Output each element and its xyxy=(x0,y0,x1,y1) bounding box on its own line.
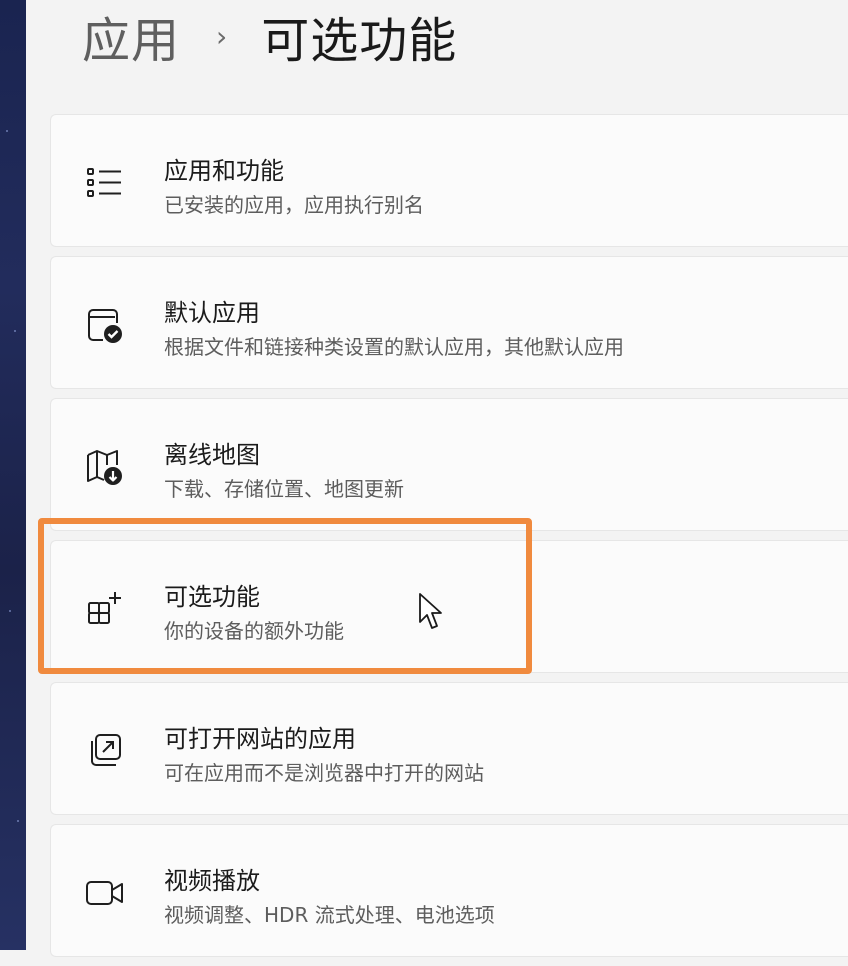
add-apps-icon xyxy=(85,589,125,629)
settings-item-title: 可打开网站的应用 xyxy=(164,725,356,753)
settings-item-optional-features[interactable]: 可选功能 你的设备的额外功能 xyxy=(50,540,848,673)
breadcrumb-separator: › xyxy=(216,19,228,53)
settings-item-video-playback[interactable]: 视频播放 视频调整、HDR 流式处理、电池选项 xyxy=(50,824,848,957)
mouse-pointer-icon xyxy=(418,592,444,632)
settings-window: 应用 › 可选功能 应用和功能 已安装的应用，应用执行别名 默认应用 根据文件和… xyxy=(26,0,848,957)
settings-item-description: 已安装的应用，应用执行别名 xyxy=(164,193,424,217)
desktop-background-strip xyxy=(0,0,26,950)
settings-item-description: 下载、存储位置、地图更新 xyxy=(164,477,404,501)
settings-item-title: 离线地图 xyxy=(164,441,260,469)
open-link-icon xyxy=(85,731,125,771)
settings-item-title: 视频播放 xyxy=(164,867,260,895)
settings-item-title: 可选功能 xyxy=(164,583,260,611)
settings-item-description: 根据文件和链接种类设置的默认应用，其他默认应用 xyxy=(164,335,624,359)
star-dot xyxy=(17,820,19,822)
settings-item-description: 视频调整、HDR 流式处理、电池选项 xyxy=(164,903,495,927)
settings-item-apps-and-features[interactable]: 应用和功能 已安装的应用，应用执行别名 xyxy=(50,114,848,247)
settings-list: 应用和功能 已安装的应用，应用执行别名 默认应用 根据文件和链接种类设置的默认应… xyxy=(50,114,848,966)
settings-item-offline-maps[interactable]: 离线地图 下载、存储位置、地图更新 xyxy=(50,398,848,531)
settings-item-description: 可在应用而不是浏览器中打开的网站 xyxy=(164,761,484,785)
default-apps-icon xyxy=(85,305,125,345)
settings-item-title: 默认应用 xyxy=(164,299,260,327)
star-dot xyxy=(9,610,11,612)
page-title: 可选功能 xyxy=(261,13,458,69)
breadcrumb-parent-link[interactable]: 应用 xyxy=(82,1,180,71)
settings-item-title: 应用和功能 xyxy=(164,157,284,185)
list-icon xyxy=(85,163,125,203)
star-dot xyxy=(6,130,8,132)
settings-item-default-apps[interactable]: 默认应用 根据文件和链接种类设置的默认应用，其他默认应用 xyxy=(50,256,848,389)
star-dot xyxy=(14,330,16,332)
settings-item-description: 你的设备的额外功能 xyxy=(164,619,344,643)
breadcrumb: 应用 › 可选功能 xyxy=(82,0,457,72)
video-icon xyxy=(85,873,125,913)
settings-item-apps-for-websites[interactable]: 可打开网站的应用 可在应用而不是浏览器中打开的网站 xyxy=(50,682,848,815)
offline-map-icon xyxy=(85,447,125,487)
